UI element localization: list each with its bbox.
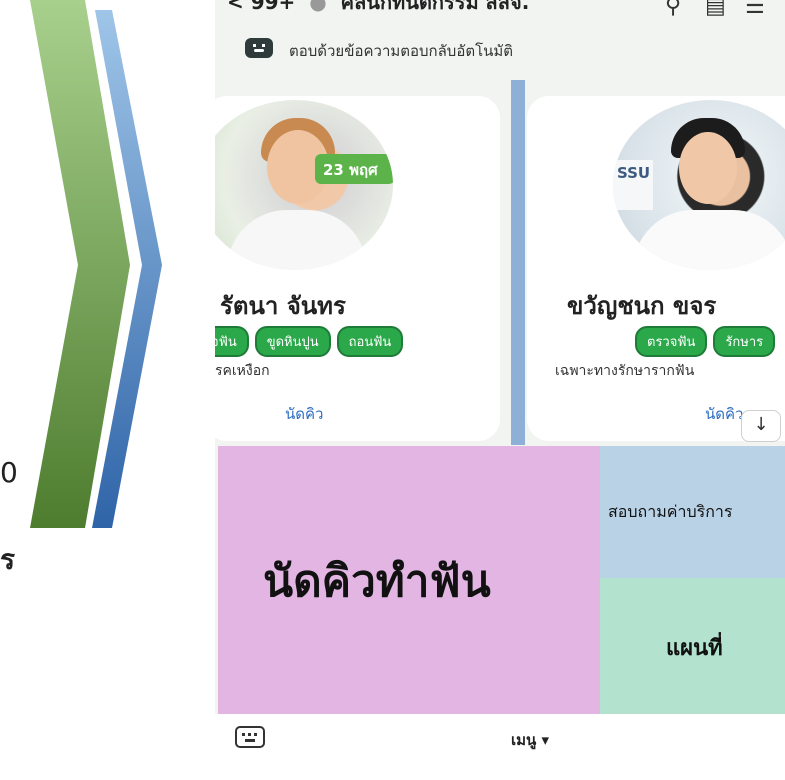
- service-chip: รักษาร: [713, 326, 776, 357]
- service-chip: ถอนฟัน: [336, 326, 404, 357]
- service-chip: ตรวจฟัน: [635, 326, 708, 357]
- rich-menu-book-label: นัดคิวทำฟัน: [263, 556, 491, 607]
- bottom-bar: เมนู ▾: [215, 714, 785, 780]
- slide-decoration: 0 ร: [0, 0, 215, 780]
- rich-menu-map-label: แผนที่: [666, 636, 723, 661]
- search-icon[interactable]: ⚲: [665, 0, 681, 19]
- rich-menu-book-appointment[interactable]: นัดคิวทำฟัน: [218, 446, 600, 714]
- dentist-card[interactable]: SSU ขวัญชนก ขจร ตรวจฟัน รักษาร เฉพาะทางร…: [527, 96, 785, 441]
- rich-menu-price-label: สอบถามค่าบริการ: [608, 502, 733, 521]
- service-chip: ขูดหินปูน: [254, 326, 331, 357]
- photo-banner-text: 23 พฤศ: [315, 154, 393, 184]
- dentist-name: ขวัญชนก ขจร: [567, 292, 717, 320]
- auto-reply-notice: ตอบด้วยข้อความตอบกลับอัตโนมัติ: [215, 26, 785, 70]
- chat-title: คลินิกทันตกรรม สสจ.: [340, 0, 530, 14]
- dentist-card[interactable]: 23 พฤศ รัตนา จันทร จฟัน ขูดหินปูน ถอนฟัน…: [215, 96, 500, 441]
- shield-icon: ●: [302, 0, 334, 14]
- dentist-photo: SSU: [613, 100, 785, 270]
- rich-menu-map[interactable]: แผนที่: [600, 578, 785, 714]
- auto-reply-label: ตอบด้วยข้อความตอบกลับอัตโนมัติ: [289, 42, 514, 60]
- slide-text-fragment-1: 0: [0, 456, 18, 489]
- line-chat-screen: < 99+ ● คลินิกทันตกรรม สสจ. ⚲ ▤ ☰ ตอบด้ว…: [215, 0, 785, 780]
- chat-header: < 99+ ● คลินิกทันตกรรม สสจ. ⚲ ▤ ☰: [215, 0, 785, 22]
- notes-icon[interactable]: ▤: [705, 0, 726, 19]
- dentist-specialty: เฉพาะทางรักษารากฟัน: [555, 363, 695, 379]
- book-queue-button[interactable]: นัดคิว: [285, 402, 323, 426]
- service-chips: ตรวจฟัน รักษาร: [635, 326, 776, 357]
- dentist-specialty: รคเหงือก: [215, 363, 270, 379]
- rich-menu-price-inquiry[interactable]: สอบถามค่าบริการ: [600, 446, 785, 578]
- back-unread-count[interactable]: < 99+: [227, 0, 295, 14]
- service-chips: จฟัน ขูดหินปูน ถอนฟัน: [215, 326, 404, 357]
- dentist-photo: 23 พฤศ: [215, 100, 393, 270]
- menu-icon[interactable]: ☰: [745, 0, 765, 19]
- scroll-down-arrow-icon[interactable]: ↓: [741, 410, 781, 442]
- carousel-divider: [511, 80, 525, 445]
- book-queue-button[interactable]: นัดคิว: [705, 402, 743, 426]
- slide-text-fragment-2: ร: [0, 543, 16, 576]
- chevron-graphic: [30, 0, 162, 528]
- dentist-name: รัตนา จันทร: [220, 292, 346, 320]
- rich-menu: นัดคิวทำฟัน สอบถามค่าบริการ แผนที่: [218, 446, 785, 714]
- keyboard-icon[interactable]: [235, 726, 265, 748]
- menu-toggle[interactable]: เมนู ▾: [511, 728, 549, 752]
- bot-icon: [245, 38, 273, 58]
- service-chip: จฟัน: [215, 326, 249, 357]
- photo-sign-text: SSU: [613, 160, 653, 210]
